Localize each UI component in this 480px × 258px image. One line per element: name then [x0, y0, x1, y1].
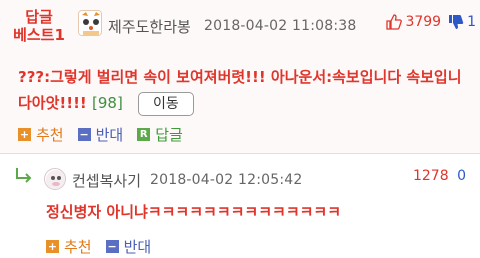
vote-counts: 3799 1 — [386, 14, 476, 30]
recommend-label: 추천 — [36, 126, 64, 144]
reply-recommend-button[interactable]: + 추천 — [46, 236, 92, 257]
thumbs-down-icon[interactable] — [448, 14, 464, 30]
comment-body: ???:그렇게 벌리면 속이 보여져버렷!!! 아나운서:속보입니다 속보입니다… — [18, 68, 462, 112]
comment-date: 2018-04-02 11:08:38 — [204, 18, 357, 34]
reply-oppose-label: 반대 — [123, 238, 152, 256]
reply-arrow-icon — [16, 168, 32, 183]
reply-oppose-button[interactable]: − 반대 — [105, 236, 152, 257]
thumbs-up-icon[interactable] — [386, 14, 403, 30]
downvote-count: 1 — [467, 14, 476, 30]
reply-label: 답글 — [155, 126, 183, 144]
reply-nickname[interactable]: 컨셉복사기 — [72, 170, 141, 191]
oppose-button[interactable]: − 반대 — [77, 124, 124, 145]
reply-actions: + 추천 − 반대 — [46, 236, 165, 257]
upvote-count: 3799 — [405, 14, 442, 30]
reply-button[interactable]: R 답글 — [137, 124, 183, 145]
reply-recommend-label: 추천 — [64, 238, 92, 256]
best-badge: 답글 베스트1 — [6, 8, 72, 44]
nickname[interactable]: 제주도한라봉 — [108, 16, 191, 37]
minus-icon: − — [105, 240, 119, 253]
best-badge-line2: 베스트1 — [13, 26, 65, 44]
best-comment-text: ???:그렇게 벌리면 속이 보여져버렷!!! 아나운서:속보입니다 속보입니다… — [18, 64, 470, 116]
recommend-button[interactable]: + 추천 — [18, 124, 64, 145]
reply-comment-text: 정신병자 아니냐ㅋㅋㅋㅋㅋㅋㅋㅋㅋㅋㅋㅋㅋㅋ — [46, 203, 342, 221]
reply-date: 2018-04-02 12:05:42 — [150, 172, 303, 188]
plus-icon: + — [46, 240, 59, 253]
best-comment: 답글 베스트1 제주도한라봉 2018-04-02 11:08:38 3799 … — [0, 0, 480, 154]
best-badge-line1: 답글 — [25, 8, 53, 26]
reply-avatar[interactable] — [44, 168, 66, 190]
minus-icon: − — [77, 128, 91, 141]
reply-vote-counts: 1278 0 — [413, 168, 466, 184]
move-button[interactable]: 이동 — [138, 91, 194, 116]
plus-icon: + — [18, 128, 31, 141]
best-actions: + 추천 − 반대 R 답글 — [18, 124, 197, 145]
oppose-label: 반대 — [95, 126, 124, 144]
reply-downvote-count: 0 — [457, 168, 466, 184]
reply-upvote-count: 1278 — [412, 168, 449, 184]
avatar[interactable] — [78, 10, 102, 36]
r-icon: R — [137, 128, 151, 141]
reply-count: [98] — [92, 94, 123, 112]
